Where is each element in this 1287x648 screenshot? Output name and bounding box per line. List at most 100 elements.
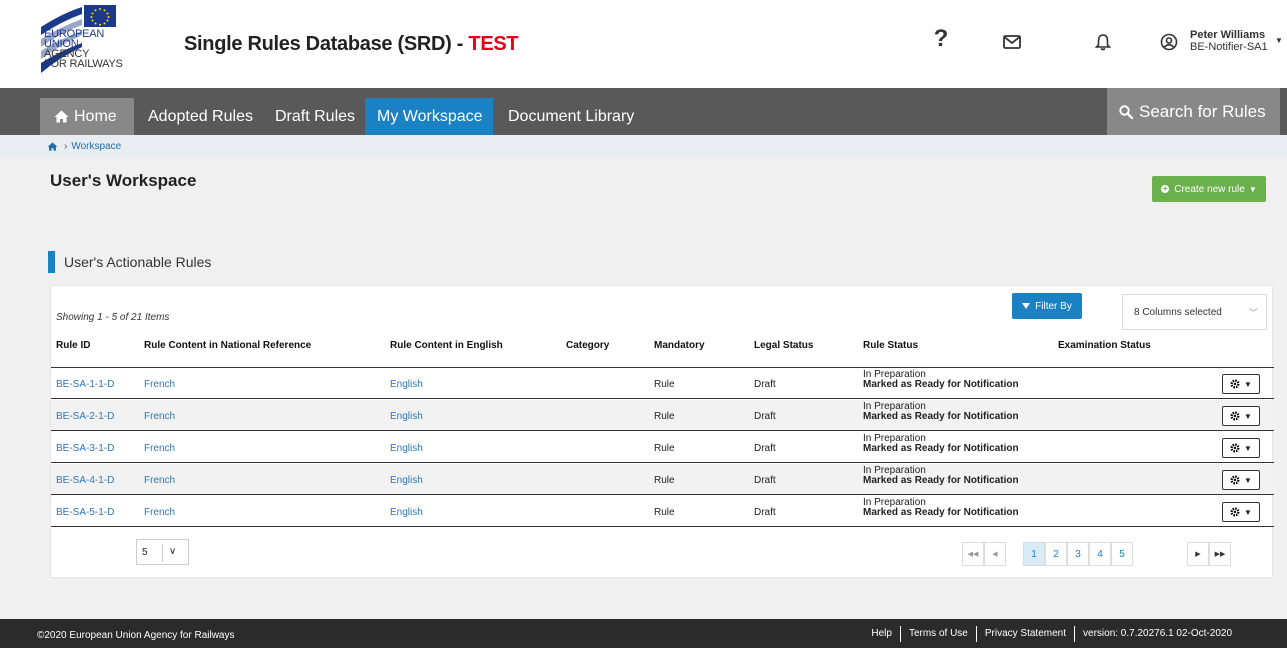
english-content-link[interactable]: English [390, 443, 423, 454]
user-menu-caret-icon[interactable]: ▼ [1275, 36, 1283, 45]
rule-status-cell: In Preparation Marked as Ready for Notifi… [863, 370, 1019, 390]
create-new-rule-button[interactable]: + Create new rule ▼ [1152, 176, 1266, 202]
gear-icon [1230, 379, 1240, 389]
footer-link-help[interactable]: Help [863, 626, 900, 642]
legal-status-cell: Draft [754, 507, 776, 518]
first-page-button[interactable]: ◀◀ [962, 542, 984, 566]
nav-home[interactable]: Home [40, 98, 134, 135]
column-header-legal-status[interactable]: Legal Status [754, 340, 813, 351]
mandatory-cell: Rule [654, 507, 675, 518]
table-row: BE-SA-5-1-D French English Rule Draft In Prep… [51, 496, 1274, 527]
row-actions-button[interactable]: ▼ [1222, 406, 1260, 426]
user-avatar-icon[interactable] [1157, 30, 1181, 54]
filter-by-button[interactable]: Filter By [1012, 293, 1082, 319]
english-content-link[interactable]: English [390, 379, 423, 390]
rule-status-subtext: Marked as Ready for Notification [863, 379, 1019, 390]
column-header-category[interactable]: Category [566, 340, 609, 351]
rule-id-link[interactable]: BE-SA-5-1-D [56, 507, 114, 518]
mandatory-cell: Rule [654, 379, 675, 390]
caret-down-icon: ▼ [1244, 379, 1252, 389]
nav-draft-rules[interactable]: Draft Rules [267, 98, 363, 135]
mandatory-cell: Rule [654, 411, 675, 422]
table-row: BE-SA-1-1-D French English Rule Draft In Prep… [51, 368, 1274, 399]
chevron-down-icon: ∨ [169, 546, 177, 557]
caret-down-icon: ▼ [1244, 475, 1252, 485]
legal-status-cell: Draft [754, 443, 776, 454]
footer-link-privacy[interactable]: Privacy Statement [975, 626, 1074, 642]
items-count: Showing 1 - 5 of 21 Items [56, 312, 170, 323]
national-content-link[interactable]: French [144, 475, 175, 486]
gear-icon [1230, 507, 1240, 517]
row-actions-button[interactable]: ▼ [1222, 470, 1260, 490]
columns-select[interactable]: 8 Columns selected ﹀ [1122, 294, 1267, 330]
row-actions-button[interactable]: ▼ [1222, 502, 1260, 522]
page-button-2[interactable]: 2 [1045, 542, 1067, 566]
app-title: Single Rules Database (SRD) - TEST [184, 33, 519, 56]
page-button-4[interactable]: 4 [1089, 542, 1111, 566]
rule-status-subtext: Marked as Ready for Notification [863, 411, 1019, 422]
help-icon[interactable]: ? [929, 25, 953, 52]
nav-my-workspace[interactable]: My Workspace [365, 98, 493, 135]
rule-status-cell: In Preparation Marked as Ready for Notifi… [863, 466, 1019, 486]
column-header-english[interactable]: Rule Content in English [390, 340, 503, 351]
gear-icon [1230, 411, 1240, 421]
nav-adopted-rules[interactable]: Adopted Rules [140, 98, 261, 135]
caret-down-icon: ▼ [1244, 411, 1252, 421]
page-size-select[interactable]: 5 ∨ [136, 539, 189, 565]
app-title-text: Single Rules Database (SRD) - [184, 33, 469, 55]
national-content-link[interactable]: French [144, 379, 175, 390]
rule-status-subtext: Marked as Ready for Notification [863, 443, 1019, 454]
column-header-mandatory[interactable]: Mandatory [654, 340, 705, 351]
english-content-link[interactable]: English [390, 411, 423, 422]
last-page-button[interactable]: ▶▶ [1209, 542, 1231, 566]
next-page-button[interactable]: ▶ [1187, 542, 1209, 566]
column-header-national-reference[interactable]: Rule Content in National Reference [144, 340, 311, 351]
column-header-examination-status[interactable]: Examination Status [1058, 340, 1151, 351]
bell-icon[interactable] [1091, 30, 1115, 54]
caret-down-icon: ▼ [1244, 507, 1252, 517]
rule-id-link[interactable]: BE-SA-1-1-D [56, 379, 114, 390]
table-row: BE-SA-4-1-D French English Rule Draft In Prep… [51, 464, 1274, 495]
column-header-rule-id[interactable]: Rule ID [56, 340, 90, 351]
row-actions-button[interactable]: ▼ [1222, 374, 1260, 394]
column-header-rule-status[interactable]: Rule Status [863, 340, 918, 351]
nav-home-label: Home [74, 108, 117, 125]
home-icon[interactable] [47, 142, 58, 151]
breadcrumb-current[interactable]: Workspace [71, 141, 121, 152]
mail-icon[interactable] [1000, 30, 1024, 54]
rule-id-link[interactable]: BE-SA-3-1-D [56, 443, 114, 454]
breadcrumb-separator-icon: › [64, 141, 68, 152]
mandatory-cell: Rule [654, 475, 675, 486]
page-button-1[interactable]: 1 [1023, 542, 1045, 566]
filter-by-label: Filter By [1035, 300, 1072, 312]
rule-id-link[interactable]: BE-SA-2-1-D [56, 411, 114, 422]
user-name[interactable]: Peter Williams [1190, 29, 1265, 41]
national-content-link[interactable]: French [144, 443, 175, 454]
rule-id-link[interactable]: BE-SA-4-1-D [56, 475, 114, 486]
nav-document-library[interactable]: Document Library [500, 98, 642, 135]
english-content-link[interactable]: English [390, 507, 423, 518]
page-button-5[interactable]: 5 [1111, 542, 1133, 566]
page-button-3[interactable]: 3 [1067, 542, 1089, 566]
section-title: User's Actionable Rules [48, 251, 211, 273]
environment-label: TEST [468, 33, 519, 55]
section-title-text: User's Actionable Rules [64, 254, 212, 270]
national-content-link[interactable]: French [144, 507, 175, 518]
footer-version: version: 0.7.20276.1 02-Oct-2020 [1074, 626, 1240, 642]
search-for-rules-button[interactable]: Search for Rules [1107, 88, 1280, 135]
rule-status-subtext: Marked as Ready for Notification [863, 507, 1019, 518]
gear-icon [1230, 443, 1240, 453]
chevron-down-icon: ﹀ [1248, 308, 1258, 318]
previous-page-button[interactable]: ◀ [984, 542, 1006, 566]
national-content-link[interactable]: French [144, 411, 175, 422]
footer-links: Help Terms of Use Privacy Statement vers… [863, 626, 1240, 642]
row-actions-button[interactable]: ▼ [1222, 438, 1260, 458]
section-accent-bar [48, 251, 55, 273]
table-row: BE-SA-3-1-D French English Rule Draft In Prep… [51, 432, 1274, 463]
logo-line: FOR RAILWAYS [44, 58, 123, 70]
english-content-link[interactable]: English [390, 475, 423, 486]
user-role[interactable]: BE-Notifier-SA1 [1190, 41, 1268, 53]
footer-link-terms[interactable]: Terms of Use [899, 626, 976, 642]
home-icon [54, 110, 69, 123]
table-row: BE-SA-2-1-D French English Rule Draft In Prep… [51, 400, 1274, 431]
